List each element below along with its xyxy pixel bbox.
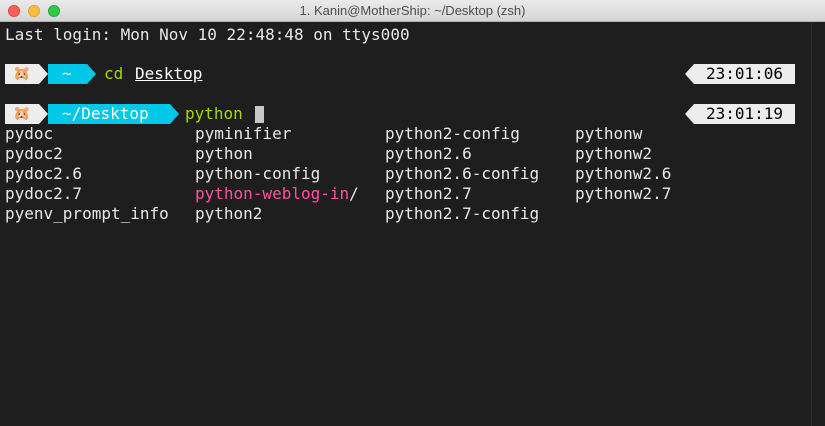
list-item: python2.7 (385, 184, 472, 203)
prompt-separator-icon (39, 64, 48, 84)
window-title: 1. Kanin@MotherShip: ~/Desktop (zsh) (299, 3, 526, 18)
title-bar[interactable]: 1. Kanin@MotherShip: ~/Desktop (zsh) (0, 0, 825, 22)
prompt-time: 23:01:19 (694, 104, 795, 124)
list-item: pydoc (5, 124, 54, 143)
time-separator-icon (685, 104, 694, 124)
list-item: pythonw2 (575, 144, 653, 163)
prompt-time: 23:01:06 (694, 64, 795, 84)
list-item: python2.7-config (385, 204, 540, 223)
list-item: pyenv_prompt_info (5, 204, 169, 223)
prompt-separator-icon (170, 104, 179, 124)
prompt-separator-icon (87, 64, 96, 84)
hamster-icon: 🐹 (5, 104, 39, 124)
prompt-command: python (185, 104, 243, 123)
list-item: pydoc2.6 (5, 164, 83, 183)
time-separator-icon (685, 64, 694, 84)
list-item: python2.6-config (385, 164, 540, 183)
text-cursor (255, 106, 264, 123)
prompt-separator-icon (39, 104, 48, 124)
list-item: python2 (195, 204, 263, 223)
list-item: pydoc2 (5, 144, 63, 163)
list-item: python (195, 144, 253, 163)
prompt-argument: Desktop (135, 64, 203, 83)
list-item: pythonw (575, 124, 643, 143)
prompt-dir: ~/Desktop (48, 104, 170, 124)
prompt-command: cd (104, 64, 124, 83)
prompt-dir: ~ (48, 64, 87, 84)
prompt-line-1: 🐹 ~ cd Desktop 23:01:06 (5, 64, 805, 84)
directory-suffix: / (349, 184, 359, 203)
prompt-line-2: 🐹 ~/Desktop python 23:01:19 (5, 104, 805, 124)
terminal-window: 1. Kanin@MotherShip: ~/Desktop (zsh) Las… (0, 0, 825, 426)
list-item: pythonw2.7 (575, 184, 672, 203)
list-item: python-config (195, 164, 321, 183)
list-item-directory: python-weblog-in/ (195, 184, 359, 204)
list-item: python2.6 (385, 144, 472, 163)
directory-name: python-weblog-in (195, 184, 350, 203)
hamster-icon: 🐹 (5, 64, 39, 84)
scrollbar[interactable] (811, 22, 825, 426)
list-item: pythonw2.6 (575, 164, 672, 183)
list-item: pydoc2.7 (5, 184, 83, 203)
terminal-output[interactable]: Last login: Mon Nov 10 22:48:48 on ttys0… (0, 22, 811, 426)
list-item: python2-config (385, 124, 520, 143)
list-item: pyminifier (195, 124, 292, 143)
last-login-line: Last login: Mon Nov 10 22:48:48 on ttys0… (5, 25, 410, 44)
